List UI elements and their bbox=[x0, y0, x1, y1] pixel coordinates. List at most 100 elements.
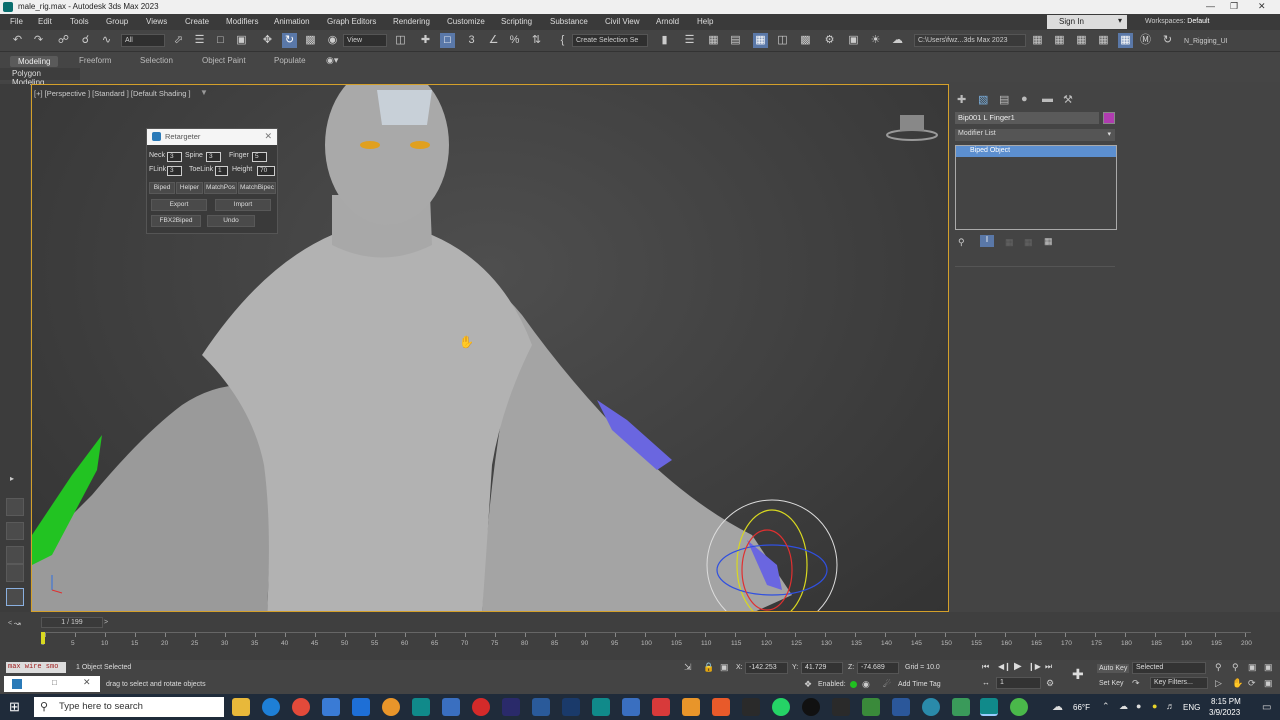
next-frame-icon[interactable]: ❙▶ bbox=[1028, 662, 1041, 671]
utilities-tab-icon[interactable]: ⚒ bbox=[1063, 93, 1073, 106]
render-setup-icon[interactable]: ⚙ bbox=[822, 33, 837, 48]
menu-arnold[interactable]: Arnold bbox=[656, 17, 679, 26]
taskbar-search-box[interactable]: Type here to search bbox=[34, 697, 224, 717]
snaps-toggle-icon[interactable]: 3 bbox=[464, 33, 479, 48]
menu-customize[interactable]: Customize bbox=[447, 17, 485, 26]
rotate-icon[interactable]: ↻ bbox=[282, 33, 297, 48]
material-editor-icon[interactable]: ▩ bbox=[798, 33, 813, 48]
time-slider[interactable]: 1 / 199 bbox=[41, 617, 103, 628]
add-time-tag-icon[interactable]: ☄ bbox=[883, 679, 891, 690]
slider-left-arrow-icon[interactable]: < bbox=[8, 620, 12, 627]
weather-temperature[interactable]: 66°F bbox=[1073, 703, 1090, 712]
3ds-max-taskbar-icon[interactable] bbox=[412, 698, 430, 716]
project-explorer-icon[interactable]: ▦ bbox=[1074, 33, 1089, 48]
project-path-dropdown[interactable]: C:\Users\fwz...3ds Max 2023 bbox=[914, 34, 1026, 47]
menu-views[interactable]: Views bbox=[146, 17, 167, 26]
maximize-viewport-icon[interactable]: ▣ bbox=[1264, 678, 1273, 689]
menu-modifiers[interactable]: Modifiers bbox=[226, 17, 258, 26]
volume-icon[interactable]: ♬ bbox=[1166, 701, 1175, 711]
whatsapp-icon[interactable] bbox=[772, 698, 790, 716]
chrome-icon[interactable] bbox=[292, 698, 310, 716]
menu-group[interactable]: Group bbox=[106, 17, 128, 26]
finger-field[interactable]: 5 bbox=[252, 152, 267, 162]
modifier-stack-item[interactable]: Biped Object bbox=[956, 146, 1116, 157]
hierarchy-tab-icon[interactable]: ▤ bbox=[999, 93, 1009, 106]
tab-object-paint[interactable]: Object Paint bbox=[202, 56, 246, 65]
input-language[interactable]: ENG bbox=[1183, 703, 1200, 712]
maya-icon[interactable] bbox=[952, 698, 970, 716]
field-of-view-icon[interactable]: ▷ bbox=[1215, 678, 1222, 689]
isolate-selection-icon[interactable]: ⇲ bbox=[684, 662, 692, 673]
zoom-extents-icon[interactable]: ▣ bbox=[1248, 662, 1257, 673]
viewcube-ring[interactable] bbox=[886, 129, 938, 141]
render-production-icon[interactable]: ☀ bbox=[868, 33, 883, 48]
height-field[interactable]: 70 bbox=[257, 166, 275, 176]
redo-icon[interactable]: ↷ bbox=[31, 33, 46, 48]
refresh-icon[interactable]: ↻ bbox=[1160, 33, 1175, 48]
current-frame-marker[interactable] bbox=[41, 632, 45, 644]
matchbiped-button[interactable]: MatchBipec bbox=[238, 182, 276, 194]
vectorworks-icon[interactable] bbox=[1010, 698, 1028, 716]
import-button[interactable]: Import bbox=[215, 199, 271, 211]
pan-view-icon[interactable]: ✋ bbox=[1232, 678, 1243, 689]
select-manipulate-icon[interactable]: ✚ bbox=[418, 33, 433, 48]
select-by-name-icon[interactable]: ☰ bbox=[192, 33, 207, 48]
spinner-snap-icon[interactable]: ⇅ bbox=[529, 33, 544, 48]
3ds-max-active-icon[interactable] bbox=[980, 698, 998, 716]
matchpos-button[interactable]: MatchPos bbox=[204, 182, 237, 194]
rectangular-selection-icon[interactable]: □ bbox=[213, 33, 228, 48]
viewport-label[interactable]: [+] [Perspective ] [Standard ] [Default … bbox=[34, 89, 191, 98]
layout-three-viewports-icon[interactable] bbox=[6, 522, 24, 540]
show-hidden-icons-icon[interactable]: ⌃ bbox=[1102, 701, 1110, 712]
polygon-modeling-panel[interactable]: Polygon Modeling bbox=[0, 68, 80, 87]
menu-graph-editors[interactable]: Graph Editors bbox=[327, 17, 376, 26]
modify-tab-icon[interactable]: ▧ bbox=[978, 93, 988, 106]
scene-explorer-icon[interactable]: ▦ bbox=[1118, 33, 1133, 48]
toggle-ribbon-icon[interactable]: ▤ bbox=[728, 33, 743, 48]
nvidia-icon[interactable] bbox=[832, 698, 850, 716]
blender-icon[interactable] bbox=[682, 698, 700, 716]
opera-icon[interactable] bbox=[472, 698, 490, 716]
zoom-extents-all-icon[interactable]: ▣ bbox=[1264, 662, 1273, 673]
project-folder-icon[interactable]: ▦ bbox=[1030, 33, 1045, 48]
globe-app-icon[interactable] bbox=[922, 698, 940, 716]
angle-snap-icon[interactable]: ∠ bbox=[486, 33, 501, 48]
notifications-icon[interactable]: ▭ bbox=[1262, 702, 1271, 713]
close-icon[interactable]: ✕ bbox=[1258, 1, 1266, 12]
windows-start-icon[interactable]: ⊞ bbox=[9, 699, 20, 715]
rendered-frame-window-icon[interactable]: ▣ bbox=[846, 33, 861, 48]
window-crossing-icon[interactable]: ▣ bbox=[234, 33, 249, 48]
curve-editor-icon[interactable]: ▦ bbox=[753, 33, 768, 48]
time-configuration-icon[interactable]: ⚙ bbox=[1046, 678, 1054, 689]
viewcube[interactable] bbox=[900, 115, 924, 131]
y-coordinate-field[interactable]: 41.729 bbox=[801, 662, 843, 674]
minimize-icon[interactable]: — bbox=[1206, 1, 1215, 11]
mirror-icon[interactable]: ▮ bbox=[657, 33, 672, 48]
layout-single-viewport-icon[interactable] bbox=[6, 588, 24, 606]
absolute-mode-icon[interactable]: ▣ bbox=[720, 662, 729, 673]
close-icon[interactable]: ✕ bbox=[83, 677, 91, 688]
z-coordinate-field[interactable]: -74.689 bbox=[857, 662, 899, 674]
zoom-all-icon[interactable]: ⚲ bbox=[1232, 662, 1239, 673]
display-icon[interactable] bbox=[622, 698, 640, 716]
edit-named-selection-icon[interactable]: { bbox=[555, 33, 570, 48]
calculator-icon[interactable] bbox=[442, 698, 460, 716]
tab-selection[interactable]: Selection bbox=[140, 56, 173, 65]
bind-space-warp-icon[interactable]: ∿ bbox=[99, 33, 114, 48]
close-icon[interactable]: ✕ bbox=[264, 131, 272, 142]
toelink-field[interactable]: 1 bbox=[215, 166, 228, 176]
menu-create[interactable]: Create bbox=[185, 17, 209, 26]
flink-field[interactable]: 3 bbox=[167, 166, 182, 176]
menu-substance[interactable]: Substance bbox=[550, 17, 588, 26]
neck-field[interactable]: 3 bbox=[167, 152, 182, 162]
move-icon[interactable]: ✥ bbox=[260, 33, 275, 48]
after-effects-icon[interactable] bbox=[502, 698, 520, 716]
display-tab-icon[interactable]: ▬ bbox=[1042, 93, 1053, 105]
menu-rendering[interactable]: Rendering bbox=[393, 17, 430, 26]
helper-button[interactable]: Helper bbox=[176, 182, 203, 194]
mail-icon[interactable] bbox=[352, 698, 370, 716]
adaptive-degradation-icon[interactable]: ❖ bbox=[804, 679, 812, 690]
selection-lock-icon[interactable]: 🔒 bbox=[703, 662, 714, 673]
maximize-icon[interactable]: ❐ bbox=[1230, 1, 1238, 12]
microsoft-store-icon[interactable] bbox=[322, 698, 340, 716]
